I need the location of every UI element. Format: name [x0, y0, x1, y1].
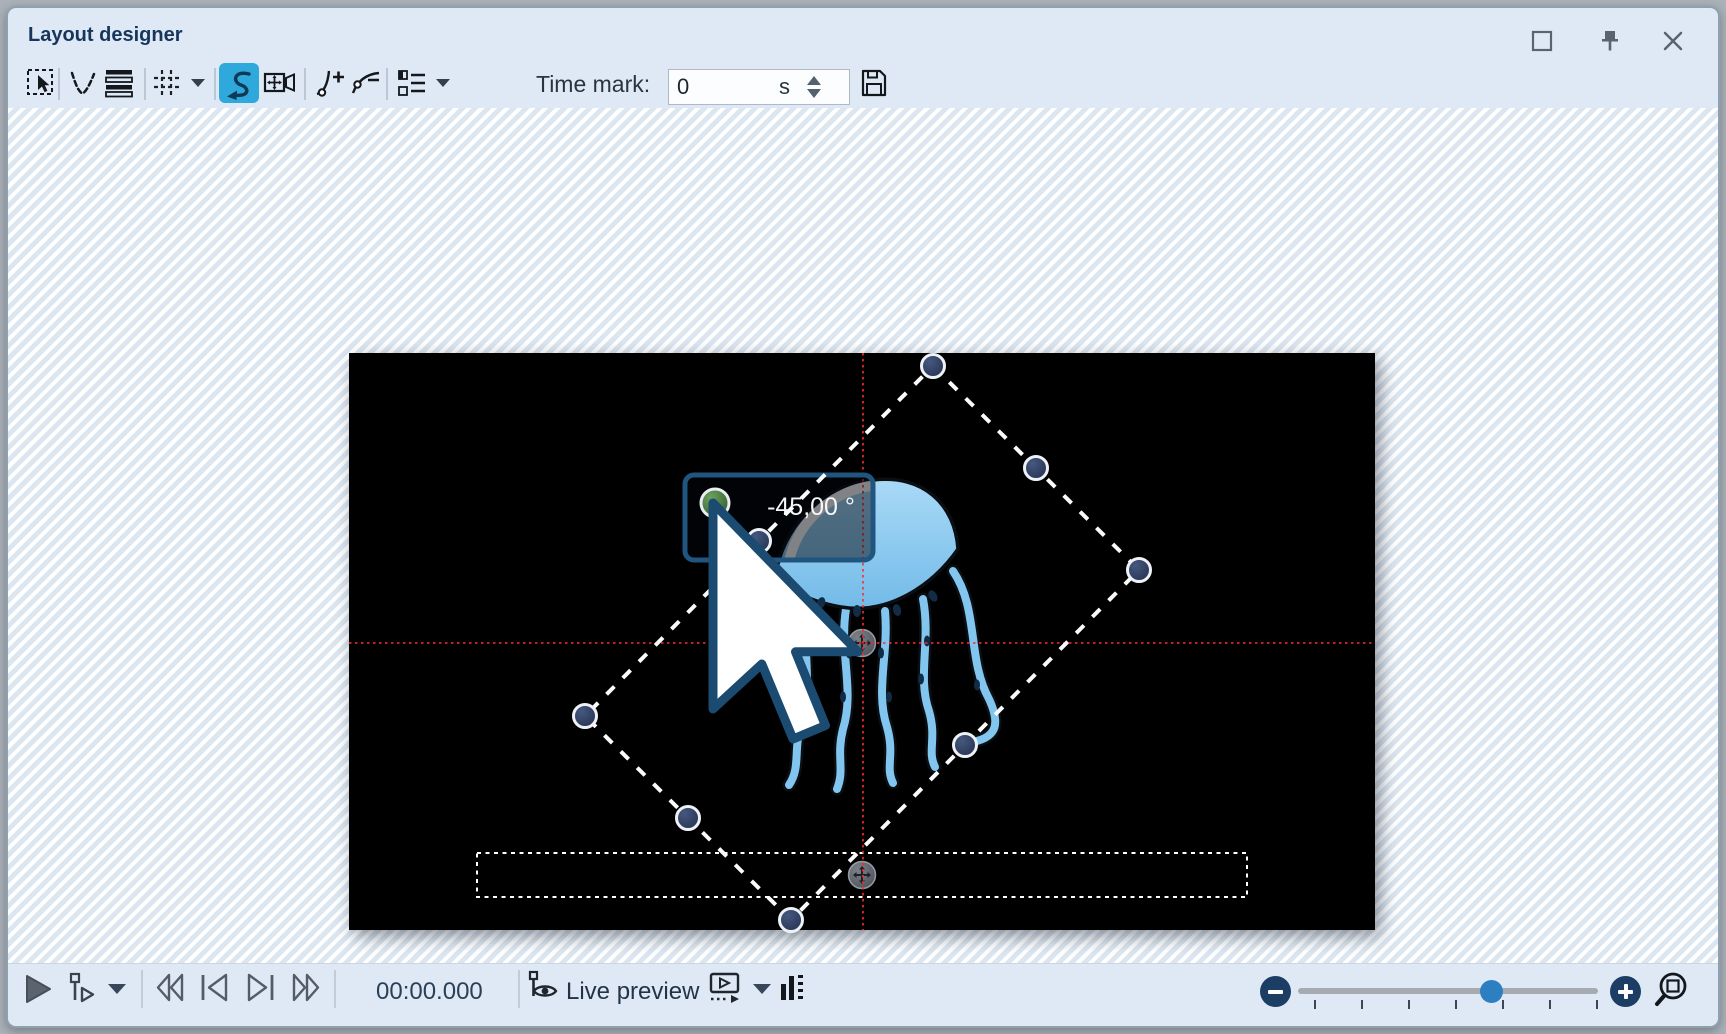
chevron-down-icon [107, 983, 127, 995]
handle-top-right-mid[interactable] [1025, 457, 1048, 480]
handle-top-corner[interactable] [922, 355, 945, 378]
close-button[interactable] [1660, 28, 1686, 54]
grid-icon [151, 67, 183, 99]
live-preview-label: Live preview [566, 978, 699, 1006]
transport-bar: 00:00.000 Live preview [8, 963, 1718, 1026]
maximize-icon [1531, 30, 1553, 52]
layout-canvas[interactable]: -45,00 ° [349, 353, 1375, 930]
zoom-slider-thumb[interactable] [1480, 980, 1503, 1003]
time-mark-label: Time mark: [536, 71, 650, 98]
spin-down-button[interactable] [807, 89, 821, 98]
go-to-end-icon [243, 972, 277, 1004]
select-mode-button[interactable] [22, 64, 60, 102]
preview-window-icon [708, 971, 742, 1005]
handle-right-corner[interactable] [1128, 559, 1151, 582]
path-mode-button[interactable] [64, 64, 102, 102]
z-order-button[interactable] [100, 64, 138, 102]
layout-designer-window: Layout designer [6, 6, 1720, 1028]
remove-curve-point-icon [349, 67, 383, 99]
fast-forward-button[interactable] [288, 972, 322, 1004]
go-to-start-button[interactable] [198, 972, 232, 1004]
save-icon [858, 67, 890, 99]
rotation-value: -45,00 ° [767, 493, 855, 521]
handle-left-corner[interactable] [574, 705, 597, 728]
play-from-marker-icon [66, 971, 100, 1005]
handle-bottom-left-mid[interactable] [677, 807, 700, 830]
add-curve-point-button[interactable] [311, 64, 349, 102]
fast-forward-icon [288, 972, 322, 1004]
time-mark-field: s [668, 69, 850, 105]
camera-pan-icon [263, 67, 297, 99]
go-to-end-button[interactable] [243, 972, 277, 1004]
keyframe-list-dropdown[interactable] [431, 64, 455, 102]
pin-button[interactable] [1597, 28, 1623, 54]
maximize-button[interactable] [1529, 28, 1555, 54]
handle-bottom-corner[interactable] [780, 909, 803, 932]
design-area: -45,00 ° [8, 108, 1718, 964]
z-order-icon [103, 67, 135, 99]
camera-pan-button[interactable] [261, 64, 299, 102]
time-mark-input[interactable] [669, 73, 779, 101]
chevron-down-icon [752, 983, 772, 995]
path-mode-icon [67, 67, 99, 99]
motion-path-icon [221, 65, 257, 101]
rewind-icon [154, 972, 188, 1004]
window-title: Layout designer [28, 24, 182, 47]
motion-path-button[interactable] [219, 63, 259, 103]
add-curve-point-icon [313, 67, 347, 99]
save-button[interactable] [855, 64, 893, 102]
spin-up-button[interactable] [807, 76, 821, 85]
play-icon [22, 973, 54, 1005]
preview-window-button[interactable] [708, 971, 742, 1005]
zoom-fit-icon [1653, 970, 1693, 1010]
live-preview-toggle[interactable] [526, 970, 562, 1006]
levels-icon [778, 971, 806, 1003]
grid-dropdown[interactable] [186, 64, 210, 102]
handle-bottom-right-mid[interactable] [954, 734, 977, 757]
rewind-button[interactable] [154, 972, 188, 1004]
chevron-down-icon [435, 78, 451, 88]
preview-options-dropdown[interactable] [752, 983, 772, 995]
select-mode-icon [25, 67, 57, 99]
go-to-start-icon [198, 972, 232, 1004]
zoom-slider-track[interactable] [1298, 988, 1598, 994]
play-button[interactable] [22, 973, 54, 1005]
text-box-move-handle[interactable] [849, 862, 876, 889]
grid-button[interactable] [148, 64, 186, 102]
levels-button[interactable] [778, 971, 806, 1003]
pin-icon [1599, 29, 1621, 53]
zoom-in-button[interactable] [1610, 976, 1641, 1007]
play-from-marker-button[interactable] [66, 971, 100, 1005]
zoom-out-button[interactable] [1260, 976, 1291, 1007]
remove-curve-point-button[interactable] [347, 64, 385, 102]
time-mark-unit: s [779, 74, 803, 100]
zoom-fit-button[interactable] [1653, 970, 1693, 1010]
chevron-down-icon [190, 78, 206, 88]
close-icon [1662, 30, 1684, 52]
preview-marker-icon [526, 970, 562, 1006]
play-options-dropdown[interactable] [107, 983, 127, 995]
time-display: 00:00.000 [376, 978, 483, 1006]
keyframe-list-button[interactable] [393, 64, 431, 102]
keyframe-list-icon [396, 67, 428, 99]
